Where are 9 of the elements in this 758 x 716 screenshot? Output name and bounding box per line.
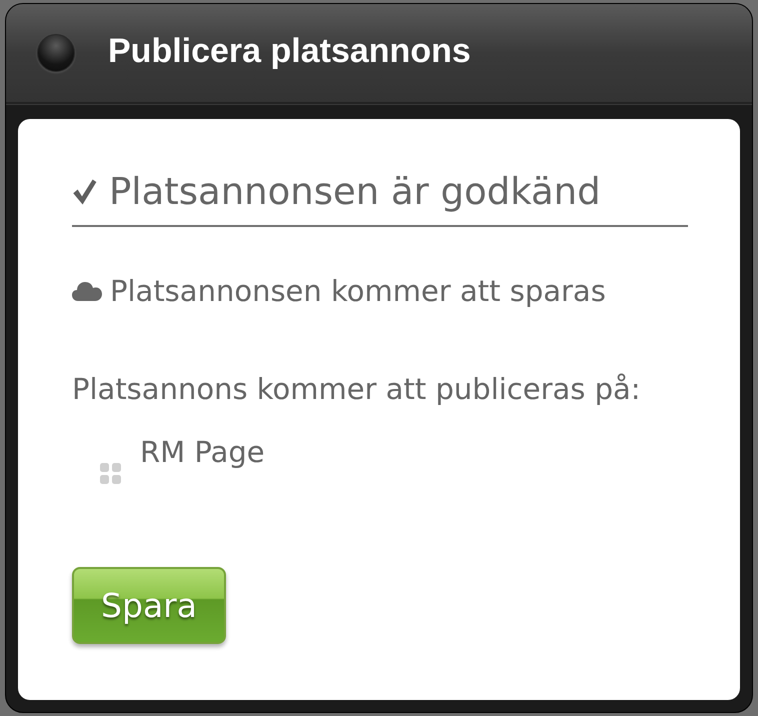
knob-icon — [37, 34, 75, 72]
save-button[interactable]: Spara — [72, 567, 226, 644]
save-notice: Platsannonsen kommer att sparas — [110, 273, 606, 310]
publish-target: RM Page — [140, 434, 265, 471]
window-title: Publicera platsannons — [108, 34, 471, 68]
cloud-icon — [72, 281, 102, 301]
approval-status: Platsannonsen är godkänd — [109, 169, 601, 215]
grid-icon — [100, 463, 121, 484]
publish-label: Platsannons kommer att publiceras på: — [72, 371, 642, 408]
